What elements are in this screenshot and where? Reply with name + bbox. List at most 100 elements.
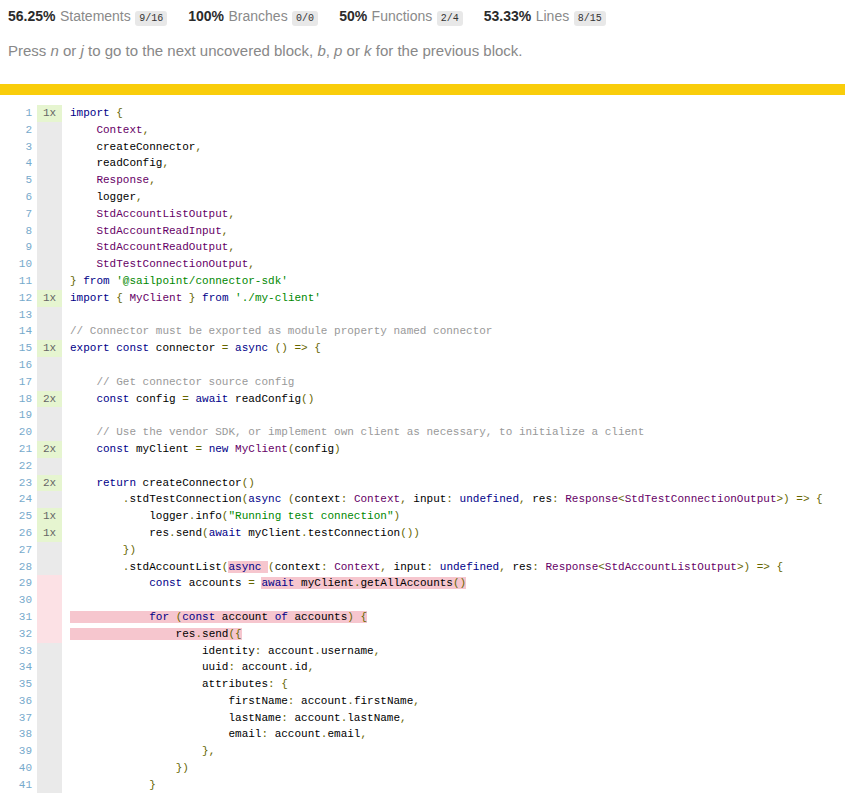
source-line: StdAccountReadOutput, [70, 239, 823, 256]
source-line: StdAccountListOutput, [70, 206, 823, 223]
line-execution-count [37, 710, 62, 727]
line-number[interactable]: 17 [0, 374, 32, 391]
line-number[interactable]: 38 [0, 726, 32, 743]
metric-percentage: 100% [188, 8, 224, 24]
line-execution-count [37, 189, 62, 206]
source-line: }) [70, 760, 823, 777]
line-number[interactable]: 13 [0, 307, 32, 324]
coverage-status-bar [0, 84, 845, 95]
line-number[interactable]: 31 [0, 609, 32, 626]
metric-percentage: 50% [339, 8, 367, 24]
line-number[interactable]: 4 [0, 155, 32, 172]
line-execution-count [37, 659, 62, 676]
line-number[interactable]: 2 [0, 122, 32, 139]
line-number[interactable]: 11 [0, 273, 32, 290]
line-number[interactable]: 15 [0, 340, 32, 357]
line-number[interactable]: 34 [0, 659, 32, 676]
source-line: }) [70, 542, 823, 559]
line-execution-count [37, 542, 62, 559]
line-execution-count [37, 307, 62, 324]
line-number[interactable]: 10 [0, 256, 32, 273]
line-number[interactable]: 8 [0, 223, 32, 240]
line-execution-count: 2x [37, 391, 62, 408]
source-line: .stdAccountList(async (context: Context,… [70, 559, 823, 576]
metric-fraction: 8/15 [574, 11, 606, 26]
line-number[interactable]: 39 [0, 743, 32, 760]
source-line: // Connector must be exported as module … [70, 323, 823, 340]
hint-key: j [81, 42, 84, 59]
line-number[interactable]: 37 [0, 710, 32, 727]
line-number[interactable]: 36 [0, 693, 32, 710]
source-line: // Use the vendor SDK, or implement own … [70, 424, 823, 441]
line-execution-count [37, 458, 62, 475]
source-line: Context, [70, 122, 823, 139]
line-execution-count [37, 223, 62, 240]
line-number[interactable]: 20 [0, 424, 32, 441]
line-execution-count [37, 559, 62, 576]
line-number[interactable]: 23 [0, 475, 32, 492]
line-numbers-column[interactable]: 1234567891011121314151617181920212223242… [0, 105, 32, 793]
line-number[interactable]: 5 [0, 172, 32, 189]
line-number[interactable]: 21 [0, 441, 32, 458]
line-execution-count: 1x [37, 340, 62, 357]
line-number[interactable]: 35 [0, 676, 32, 693]
line-number[interactable]: 12 [0, 290, 32, 307]
line-number[interactable]: 26 [0, 525, 32, 542]
metric-functions: 50% Functions 2/4 [339, 7, 463, 25]
source-line: // Get connector source config [70, 374, 823, 391]
line-execution-count [37, 155, 62, 172]
source-coverage-view: 1234567891011121314151617181920212223242… [0, 105, 845, 793]
line-number[interactable]: 32 [0, 626, 32, 643]
line-number[interactable]: 28 [0, 559, 32, 576]
source-line: uuid: account.id, [70, 659, 823, 676]
source-line [70, 307, 823, 324]
line-execution-count: 1x [37, 105, 62, 122]
source-line [70, 592, 823, 609]
source-code-column: import { Context, createConnector, readC… [70, 105, 823, 793]
line-number[interactable]: 41 [0, 777, 32, 793]
line-number[interactable]: 6 [0, 189, 32, 206]
line-number[interactable]: 22 [0, 458, 32, 475]
line-execution-count [37, 323, 62, 340]
line-number[interactable]: 29 [0, 575, 32, 592]
line-number[interactable]: 30 [0, 592, 32, 609]
hint-key: n [51, 42, 59, 59]
line-execution-count [37, 357, 62, 374]
source-line [70, 357, 823, 374]
line-number[interactable]: 25 [0, 508, 32, 525]
line-number[interactable]: 9 [0, 239, 32, 256]
source-line: export const connector = async () => { [70, 340, 823, 357]
line-number[interactable]: 24 [0, 491, 32, 508]
line-execution-count [37, 575, 62, 592]
source-line: res.send({ [70, 626, 823, 643]
line-number[interactable]: 1 [0, 105, 32, 122]
metric-percentage: 56.25% [8, 8, 55, 24]
line-number[interactable]: 33 [0, 643, 32, 660]
line-execution-count [37, 407, 62, 424]
line-number[interactable]: 7 [0, 206, 32, 223]
line-execution-count [37, 424, 62, 441]
line-execution-count [37, 592, 62, 609]
line-execution-count: 1x [37, 508, 62, 525]
line-execution-count: 2x [37, 441, 62, 458]
line-number[interactable]: 27 [0, 542, 32, 559]
metric-lines: 53.33% Lines 8/15 [484, 7, 606, 25]
source-line: for (const account of accounts) { [70, 609, 823, 626]
line-execution-count [37, 491, 62, 508]
line-number[interactable]: 18 [0, 391, 32, 408]
line-execution-count [37, 760, 62, 777]
line-number[interactable]: 16 [0, 357, 32, 374]
hint-key: b [317, 42, 325, 59]
line-execution-count [37, 273, 62, 290]
source-line: lastName: account.lastName, [70, 710, 823, 727]
line-execution-count [37, 609, 62, 626]
line-number[interactable]: 40 [0, 760, 32, 777]
source-line: readConfig, [70, 155, 823, 172]
metric-fraction: 2/4 [437, 11, 463, 26]
source-line: .stdTestConnection(async (context: Conte… [70, 491, 823, 508]
line-number[interactable]: 19 [0, 407, 32, 424]
line-number[interactable]: 14 [0, 323, 32, 340]
line-number[interactable]: 3 [0, 139, 32, 156]
keyboard-hint: Press n or j to go to the next uncovered… [8, 42, 835, 59]
source-line [70, 458, 823, 475]
